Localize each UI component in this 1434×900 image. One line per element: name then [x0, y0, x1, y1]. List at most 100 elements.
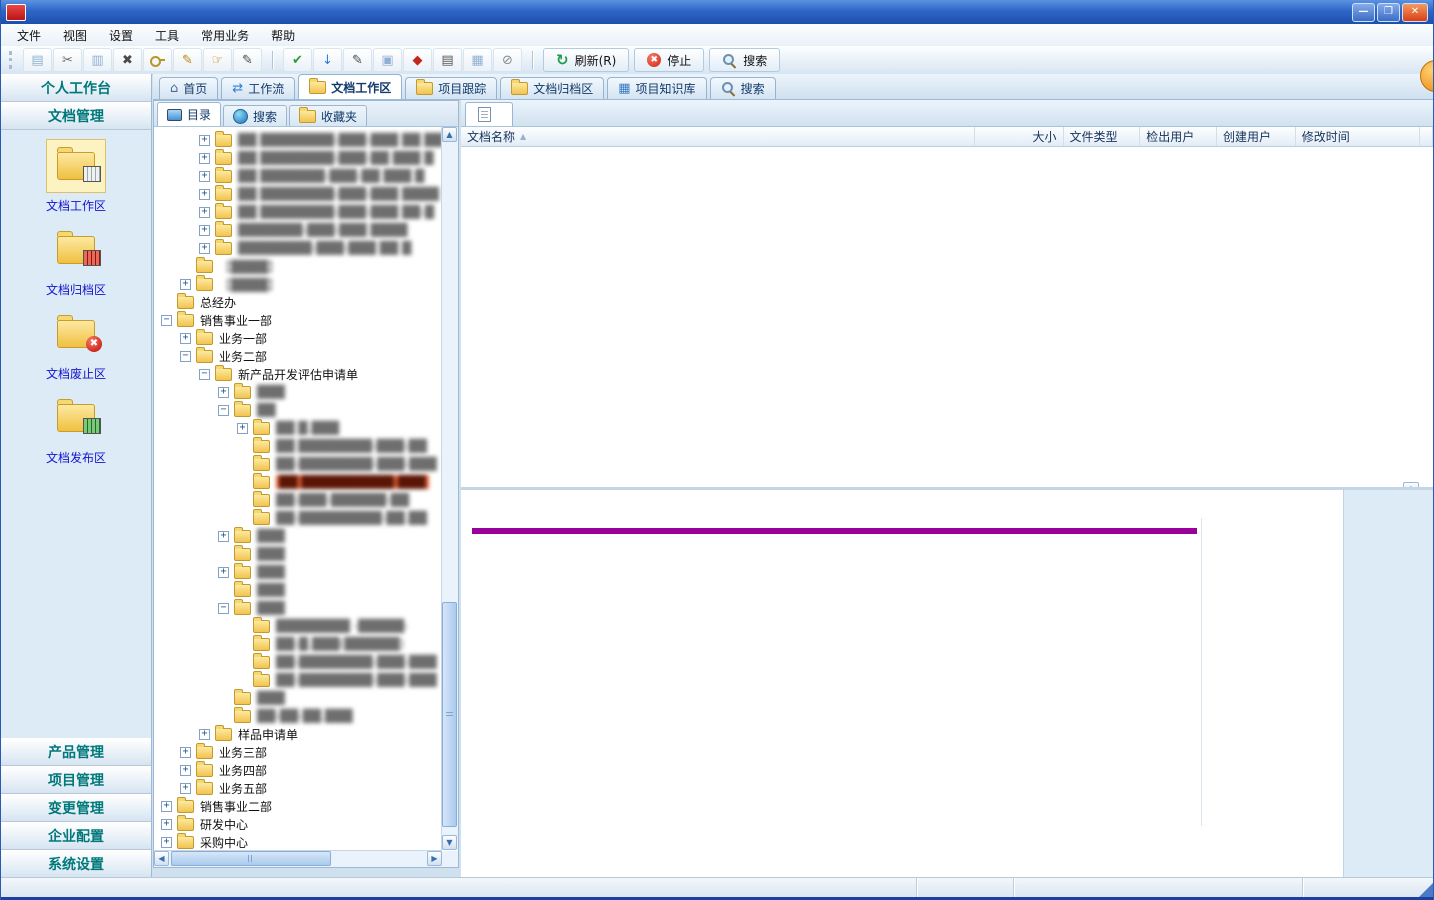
menu-item[interactable]: 工具	[145, 25, 189, 46]
sidebar-item-文档工作区[interactable]: 文档工作区	[1, 139, 151, 214]
column-header-创建用户[interactable]: 创建用户	[1217, 127, 1296, 146]
eraser-button[interactable]: ◆	[403, 48, 432, 72]
expand-icon[interactable]: +	[199, 729, 210, 740]
tree-node[interactable]: +██ ████████-███-███ ██-█	[155, 203, 441, 221]
scroll-up-icon[interactable]: ▲	[442, 127, 457, 142]
tree-tab-favorites[interactable]: 收藏夹	[289, 105, 367, 126]
tree-node[interactable]: +████████-███-███ ██ █	[155, 239, 441, 257]
expand-icon[interactable]: +	[199, 189, 210, 200]
tree-node[interactable]: ██-███-██████-██	[155, 491, 441, 509]
sidebar-section-系统设置[interactable]: 系统设置	[1, 850, 151, 878]
expand-icon[interactable]: +	[218, 387, 229, 398]
restore-button[interactable]: ❐	[1377, 3, 1400, 22]
nav-tab-folder[interactable]: 文档工作区	[298, 74, 402, 99]
delete-button[interactable]: ✖	[113, 48, 142, 72]
tree-node[interactable]: ██ ██████████-███	[155, 473, 441, 491]
tree-horizontal-scrollbar[interactable]: ◀ ▶	[154, 850, 442, 867]
tree-node[interactable]: ███	[155, 545, 441, 563]
sidebar-section-个人工作台[interactable]: 个人工作台	[1, 74, 151, 102]
tree-node[interactable]: ██ ████████-███-██	[155, 437, 441, 455]
nav-tab-folder-clock[interactable]: 项目跟踪	[405, 77, 497, 99]
tree-node[interactable]: ██-████████-███-███	[155, 671, 441, 689]
nav-tab-home[interactable]: ⌂首页	[159, 77, 218, 99]
copy-doc-button[interactable]: ▣	[373, 48, 402, 72]
tree-node[interactable]: ██-████████-███-███	[155, 455, 441, 473]
expand-icon[interactable]: +	[218, 531, 229, 542]
tree-node[interactable]: +██ ████████-███-███ ████	[155, 185, 441, 203]
tree-node[interactable]: −业务二部	[155, 347, 441, 365]
expand-icon[interactable]: +	[237, 423, 248, 434]
sidebar-section-项目管理[interactable]: 项目管理	[1, 766, 151, 794]
menu-item[interactable]: 帮助	[261, 25, 305, 46]
tree-node[interactable]: −销售事业一部	[155, 311, 441, 329]
sidebar-section-产品管理[interactable]: 产品管理	[1, 738, 151, 766]
tree-node[interactable]: +样品申请单	[155, 725, 441, 743]
edit-hand-button[interactable]: ✎	[173, 48, 202, 72]
sidebar-section-文档管理[interactable]: 文档管理	[1, 102, 151, 130]
expand-icon[interactable]: +	[161, 819, 172, 830]
tree-tab-directory[interactable]: 目录	[157, 102, 221, 126]
download-button[interactable]: ↓	[313, 48, 342, 72]
tree-node[interactable]: +【████】	[155, 275, 441, 293]
tree-node[interactable]: +采购中心	[155, 833, 441, 850]
tree-node[interactable]: −新产品开发评估申请单	[155, 365, 441, 383]
column-header-大小[interactable]: 大小	[975, 127, 1063, 146]
tree-node[interactable]: +███	[155, 563, 441, 581]
tree-node[interactable]: +██ ████████-███-██ ███ █	[155, 149, 441, 167]
close-button[interactable]: ✕	[1402, 3, 1428, 22]
collapse-icon[interactable]: −	[218, 405, 229, 416]
expand-icon[interactable]: +	[199, 207, 210, 218]
collapse-icon[interactable]: −	[218, 603, 229, 614]
tree-node[interactable]: −███	[155, 599, 441, 617]
tree-tab-globe-search[interactable]: 搜索	[223, 105, 287, 126]
nav-tab-folder-archive[interactable]: 文档归档区	[500, 77, 604, 99]
sidebar-section-企业配置[interactable]: 企业配置	[1, 822, 151, 850]
expand-icon[interactable]: +	[180, 765, 191, 776]
scroll-down-icon[interactable]: ▼	[442, 835, 457, 850]
refresh-button[interactable]: ↻刷新(R)	[543, 48, 629, 72]
expand-icon[interactable]: +	[199, 171, 210, 182]
nav-tab-knowledge[interactable]: ▦项目知识库	[607, 77, 706, 99]
column-header-检出用户[interactable]: 检出用户	[1140, 127, 1217, 146]
check-in-button[interactable]: ✔	[283, 48, 312, 72]
tree-node[interactable]: −██	[155, 401, 441, 419]
expand-icon[interactable]: +	[199, 153, 210, 164]
menu-item[interactable]: 视图	[53, 25, 97, 46]
tree-node[interactable]: +██ █.███	[155, 419, 441, 437]
point-button[interactable]: ☞	[203, 48, 232, 72]
column-header-修改时间[interactable]: 修改时间	[1296, 127, 1420, 146]
sidebar-item-文档归档区[interactable]: 文档归档区	[1, 223, 151, 298]
tree-node[interactable]: +业务四部	[155, 761, 441, 779]
tree-node[interactable]: 总经办	[155, 293, 441, 311]
expand-icon[interactable]: +	[180, 783, 191, 794]
menu-item[interactable]: 设置	[99, 25, 143, 46]
nav-tab-search[interactable]: 搜索	[710, 77, 776, 99]
expand-icon[interactable]: +	[199, 135, 210, 146]
paste-button[interactable]: ▥	[83, 48, 112, 72]
sidebar-item-文档废止区[interactable]: ✖文档废止区	[1, 307, 151, 382]
menu-item[interactable]: 文件	[7, 25, 51, 46]
tree-node[interactable]: ███	[155, 689, 441, 707]
doc-add-button[interactable]: ▦	[463, 48, 492, 72]
expand-icon[interactable]: +	[161, 801, 172, 812]
tree-node[interactable]: +██ ████████-███-███ ██ ██	[155, 131, 441, 149]
tree-node[interactable]: ██-██-██.███	[155, 707, 441, 725]
stop-button[interactable]: ✖停止	[634, 48, 704, 72]
tree-node[interactable]: ██-█████████-██.██	[155, 509, 441, 527]
sign-button[interactable]: ✎	[233, 48, 262, 72]
tree-node[interactable]: +███	[155, 527, 441, 545]
sidebar-item-文档发布区[interactable]: 文档发布区	[1, 391, 151, 466]
expand-icon[interactable]: +	[199, 225, 210, 236]
tree-node[interactable]: +███	[155, 383, 441, 401]
key-button[interactable]	[143, 48, 172, 72]
column-header-文档名称[interactable]: 文档名称▲	[461, 127, 975, 146]
tree-node[interactable]: +研发中心	[155, 815, 441, 833]
tree-node[interactable]: ██-█.███(██████)	[155, 635, 441, 653]
tree-node[interactable]: +██ ███████-███-██ ███ █	[155, 167, 441, 185]
tab-document-list[interactable]	[465, 102, 513, 126]
expand-icon[interactable]: +	[180, 333, 191, 344]
tree-node[interactable]: +███████-███-███ ████	[155, 221, 441, 239]
expand-icon[interactable]: +	[180, 279, 191, 290]
nav-tab-workflow[interactable]: ⇄工作流	[221, 77, 295, 99]
scrollbar-thumb[interactable]	[442, 602, 457, 827]
